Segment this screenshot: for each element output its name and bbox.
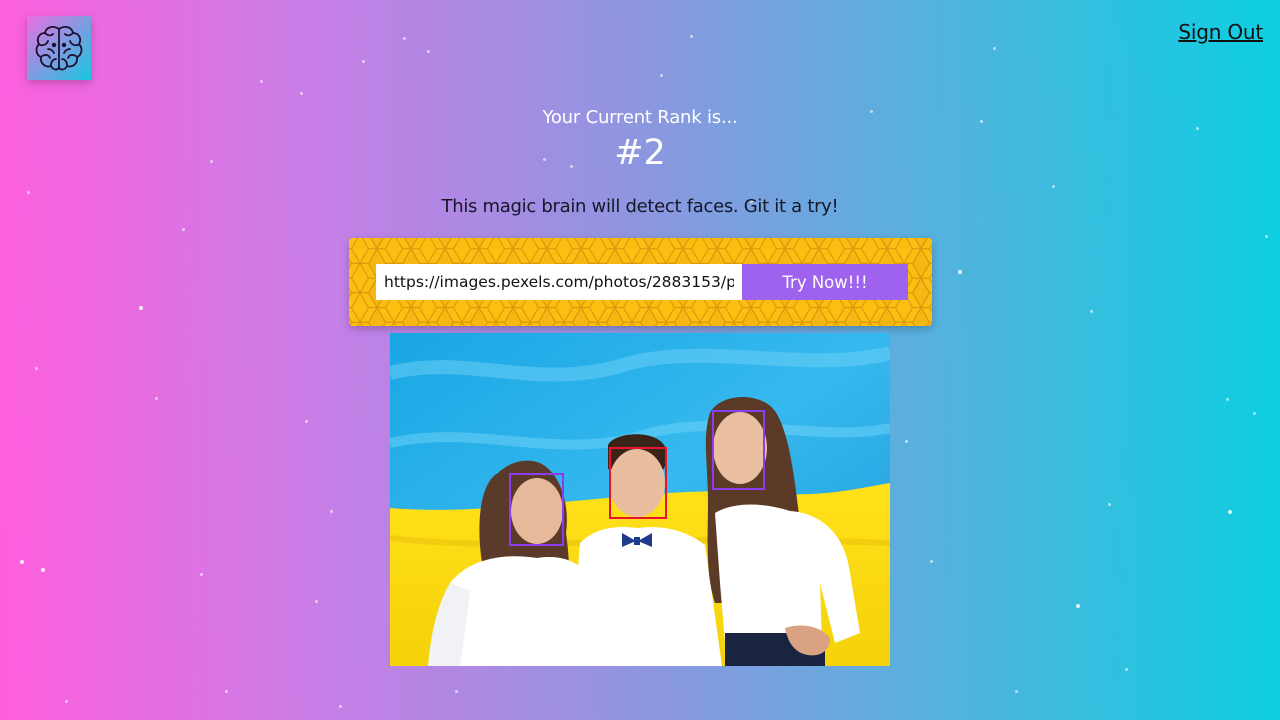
brain-logo [27,16,91,80]
face-box-2 [609,447,667,519]
sign-out-link[interactable]: Sign Out [1178,20,1263,44]
image-url-form: Try Now!!! [349,238,932,326]
brain-icon [35,26,83,71]
detected-photo [390,333,890,666]
image-url-input[interactable] [376,264,742,300]
try-now-button[interactable]: Try Now!!! [742,264,908,300]
rank-label: Your Current Rank is... [542,107,738,128]
face-box-1 [509,473,564,546]
rank-value: #2 [614,133,666,173]
tagline: This magic brain will detect faces. Git … [441,196,839,217]
face-box-3 [712,410,765,490]
